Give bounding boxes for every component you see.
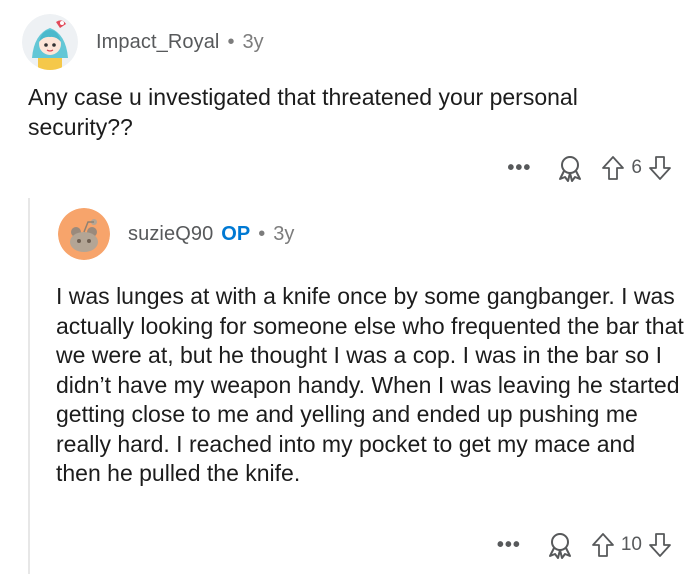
reply-actions: ••• 10	[497, 529, 672, 561]
op-badge: OP	[221, 222, 251, 245]
meta-separator: •	[258, 222, 266, 245]
thread-line[interactable]	[28, 198, 30, 574]
more-options-button[interactable]: •••	[507, 158, 531, 178]
comment-age: 3y	[242, 30, 264, 53]
username[interactable]: Impact_Royal	[96, 31, 219, 54]
award-icon[interactable]	[555, 153, 585, 183]
comment-thread: Impact_Royal • 3y Any case u investigate…	[0, 0, 700, 574]
more-options-button[interactable]: •••	[497, 535, 521, 555]
comment-body: Any case u investigated that threatened …	[28, 84, 578, 140]
comment-header: Impact_Royal • 3y	[22, 14, 264, 70]
anime-avatar-icon	[22, 14, 78, 70]
downvote-icon[interactable]	[648, 532, 672, 558]
vote-score: 10	[620, 534, 642, 555]
upvote-icon[interactable]	[601, 155, 625, 181]
user-avatar[interactable]	[22, 14, 78, 70]
downvote-icon[interactable]	[648, 155, 672, 181]
vote-score: 6	[631, 157, 642, 178]
meta-separator: •	[227, 30, 235, 53]
comment-age: 3y	[273, 222, 295, 245]
comment-actions: ••• 6	[507, 152, 672, 184]
reply-body: I was lunges at with a knife once by som…	[56, 283, 684, 486]
username[interactable]: suzieQ90	[128, 223, 213, 246]
upvote-icon[interactable]	[591, 532, 615, 558]
snoo-avatar-icon	[58, 208, 110, 260]
award-icon[interactable]	[545, 530, 575, 560]
reply-header: suzieQ90 OP • 3y	[58, 206, 294, 262]
user-avatar[interactable]	[58, 208, 110, 260]
